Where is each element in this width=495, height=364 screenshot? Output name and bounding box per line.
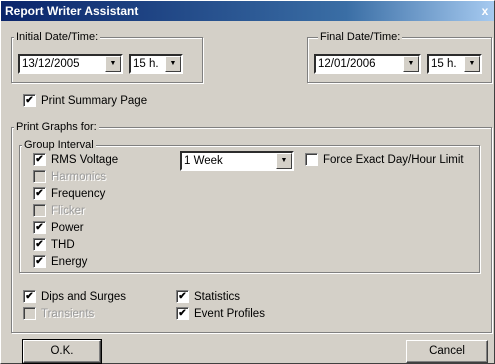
dips-surges-label: Dips and Surges [41,290,127,303]
initial-hour-select[interactable]: 15 h. ▼ [129,54,183,74]
thd-label: THD [51,238,75,251]
transients-checkbox: Transients [23,307,94,320]
group-interval-select[interactable]: 1 Week ▼ [180,151,294,171]
print-summary-checkbox[interactable]: ✔ Print Summary Page [23,94,147,107]
check-icon[interactable]: ✔ [33,238,46,251]
transients-label: Transients [41,307,95,320]
force-exact-limit-checkbox[interactable]: Force Exact Day/Hour Limit [305,153,464,166]
report-writer-dialog: Report Writer Assistant x Initial Date/T… [0,0,495,364]
cancel-button[interactable]: Cancel [406,340,488,363]
final-date-select[interactable]: 12/01/2006 ▼ [314,54,421,74]
checkbox-empty-icon[interactable] [305,153,318,166]
statistics-label: Statistics [194,290,241,303]
group-interval-value: 1 Week [184,155,223,167]
flicker-label: Flicker [51,204,85,217]
check-icon[interactable]: ✔ [176,307,189,320]
final-hour-value: 15 h. [431,58,457,70]
initial-date-legend: Initial Date/Time: [14,31,101,44]
power-checkbox[interactable]: ✔ Power [33,221,84,234]
checkbox-disabled-icon [33,204,46,217]
check-icon[interactable]: ✔ [23,94,36,107]
check-icon[interactable]: ✔ [33,187,46,200]
frequency-label: Frequency [51,187,106,200]
initial-date-select[interactable]: 13/12/2005 ▼ [18,54,123,74]
group-interval-legend: Group Interval [22,139,96,152]
initial-hour-value: 15 h. [133,58,159,70]
title-bar: Report Writer Assistant x [1,1,494,21]
energy-checkbox[interactable]: ✔ Energy [33,255,87,268]
checkbox-disabled-icon [23,307,36,320]
event-profiles-checkbox[interactable]: ✔ Event Profiles [176,307,265,320]
close-icon[interactable]: x [478,4,492,18]
check-icon[interactable]: ✔ [33,255,46,268]
flicker-checkbox: Flicker [33,204,85,217]
check-icon[interactable]: ✔ [33,153,46,166]
check-icon[interactable]: ✔ [176,290,189,303]
statistics-checkbox[interactable]: ✔ Statistics [176,290,240,303]
initial-date-value: 13/12/2005 [22,58,80,70]
print-summary-label: Print Summary Page [41,94,148,107]
print-graphs-legend: Print Graphs for: [14,121,99,134]
final-date-value: 12/01/2006 [318,58,376,70]
harmonics-checkbox: Harmonics [33,170,106,183]
rms-voltage-checkbox[interactable]: ✔ RMS Voltage [33,153,118,166]
chevron-down-icon[interactable]: ▼ [165,56,181,72]
power-label: Power [51,221,84,234]
harmonics-label: Harmonics [51,170,106,183]
final-hour-select[interactable]: 15 h. ▼ [427,54,482,74]
window-title: Report Writer Assistant [5,4,139,18]
ok-button[interactable]: O.K. [22,339,102,364]
final-date-legend: Final Date/Time: [318,31,403,44]
check-icon[interactable]: ✔ [23,290,36,303]
energy-label: Energy [51,255,88,268]
checkbox-disabled-icon [33,170,46,183]
check-icon[interactable]: ✔ [33,221,46,234]
chevron-down-icon[interactable]: ▼ [105,56,121,72]
chevron-down-icon[interactable]: ▼ [403,56,419,72]
dips-surges-checkbox[interactable]: ✔ Dips and Surges [23,290,126,303]
chevron-down-icon[interactable]: ▼ [464,56,480,72]
rms-voltage-label: RMS Voltage [51,153,119,166]
frequency-checkbox[interactable]: ✔ Frequency [33,187,105,200]
chevron-down-icon[interactable]: ▼ [276,153,292,169]
thd-checkbox[interactable]: ✔ THD [33,238,75,251]
force-exact-limit-label: Force Exact Day/Hour Limit [323,153,464,166]
event-profiles-label: Event Profiles [194,307,265,320]
